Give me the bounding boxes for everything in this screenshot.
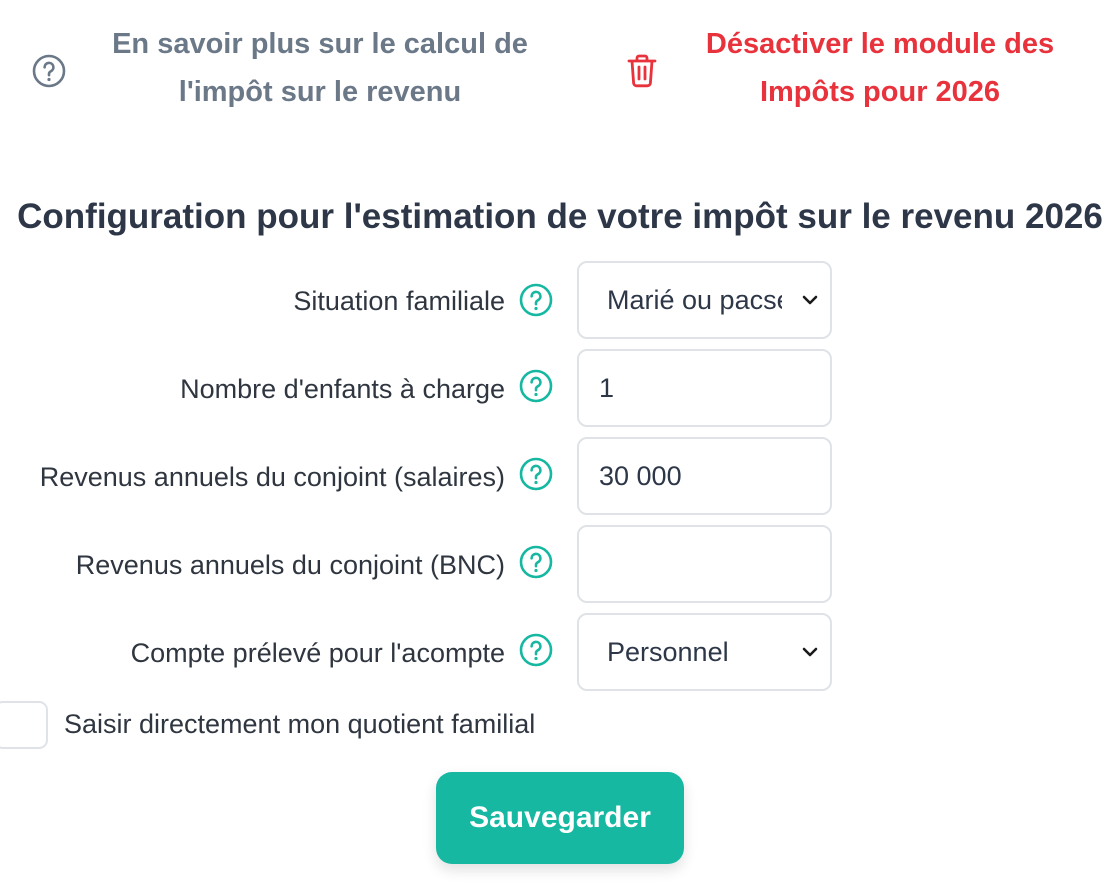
chevron-down-icon bbox=[802, 295, 818, 305]
disable-module-line-2: Impôts pour 2026 bbox=[759, 76, 1001, 108]
account-value: Personnel bbox=[607, 636, 729, 667]
page-title: Configuration pour l'estimation de votre… bbox=[17, 197, 1103, 236]
account-label: Compte prélevé pour l'acompte bbox=[130, 638, 505, 668]
children-help-icon[interactable] bbox=[518, 368, 554, 404]
spouse-salary-help-icon[interactable] bbox=[518, 456, 554, 492]
learn-more-text[interactable]: En savoir plus sur le calcul de l'impôt … bbox=[105, 20, 535, 116]
help-circle-icon bbox=[32, 54, 66, 88]
spouse-bnc-input[interactable] bbox=[577, 525, 832, 603]
spouse-salary-label: Revenus annuels du conjoint (salaires) bbox=[39, 462, 505, 492]
situation-select[interactable]: Marié ou pacsé bbox=[577, 261, 832, 339]
trash-icon bbox=[627, 54, 657, 88]
spouse-bnc-label: Revenus annuels du conjoint (BNC) bbox=[75, 550, 505, 580]
learn-more-line-2: l'impôt sur le revenu bbox=[178, 76, 462, 108]
situation-help-icon[interactable] bbox=[518, 282, 554, 318]
save-button[interactable]: Sauvegarder bbox=[436, 772, 684, 864]
spouse-bnc-help-icon[interactable] bbox=[518, 544, 554, 580]
spouse-salary-value: 30 000 bbox=[599, 460, 682, 491]
disable-module-line-1: Désactiver le module des bbox=[705, 28, 1055, 60]
children-label: Nombre d'enfants à charge bbox=[180, 374, 505, 404]
account-help-icon[interactable] bbox=[518, 632, 554, 668]
situation-label: Situation familiale bbox=[293, 286, 505, 316]
situation-value: Marié ou pacsé bbox=[607, 284, 782, 315]
disable-module-text[interactable]: Désactiver le module des Impôts pour 202… bbox=[685, 20, 1075, 116]
learn-more-line-1: En savoir plus sur le calcul de bbox=[112, 28, 528, 60]
children-input[interactable]: 1 bbox=[577, 349, 832, 427]
quotient-checkbox[interactable] bbox=[0, 701, 48, 749]
account-select[interactable]: Personnel bbox=[577, 613, 832, 691]
spouse-salary-input[interactable]: 30 000 bbox=[577, 437, 832, 515]
quotient-checkbox-label[interactable]: Saisir directement mon quotient familial bbox=[64, 704, 535, 744]
children-value: 1 bbox=[599, 372, 615, 403]
chevron-down-icon bbox=[802, 647, 818, 657]
